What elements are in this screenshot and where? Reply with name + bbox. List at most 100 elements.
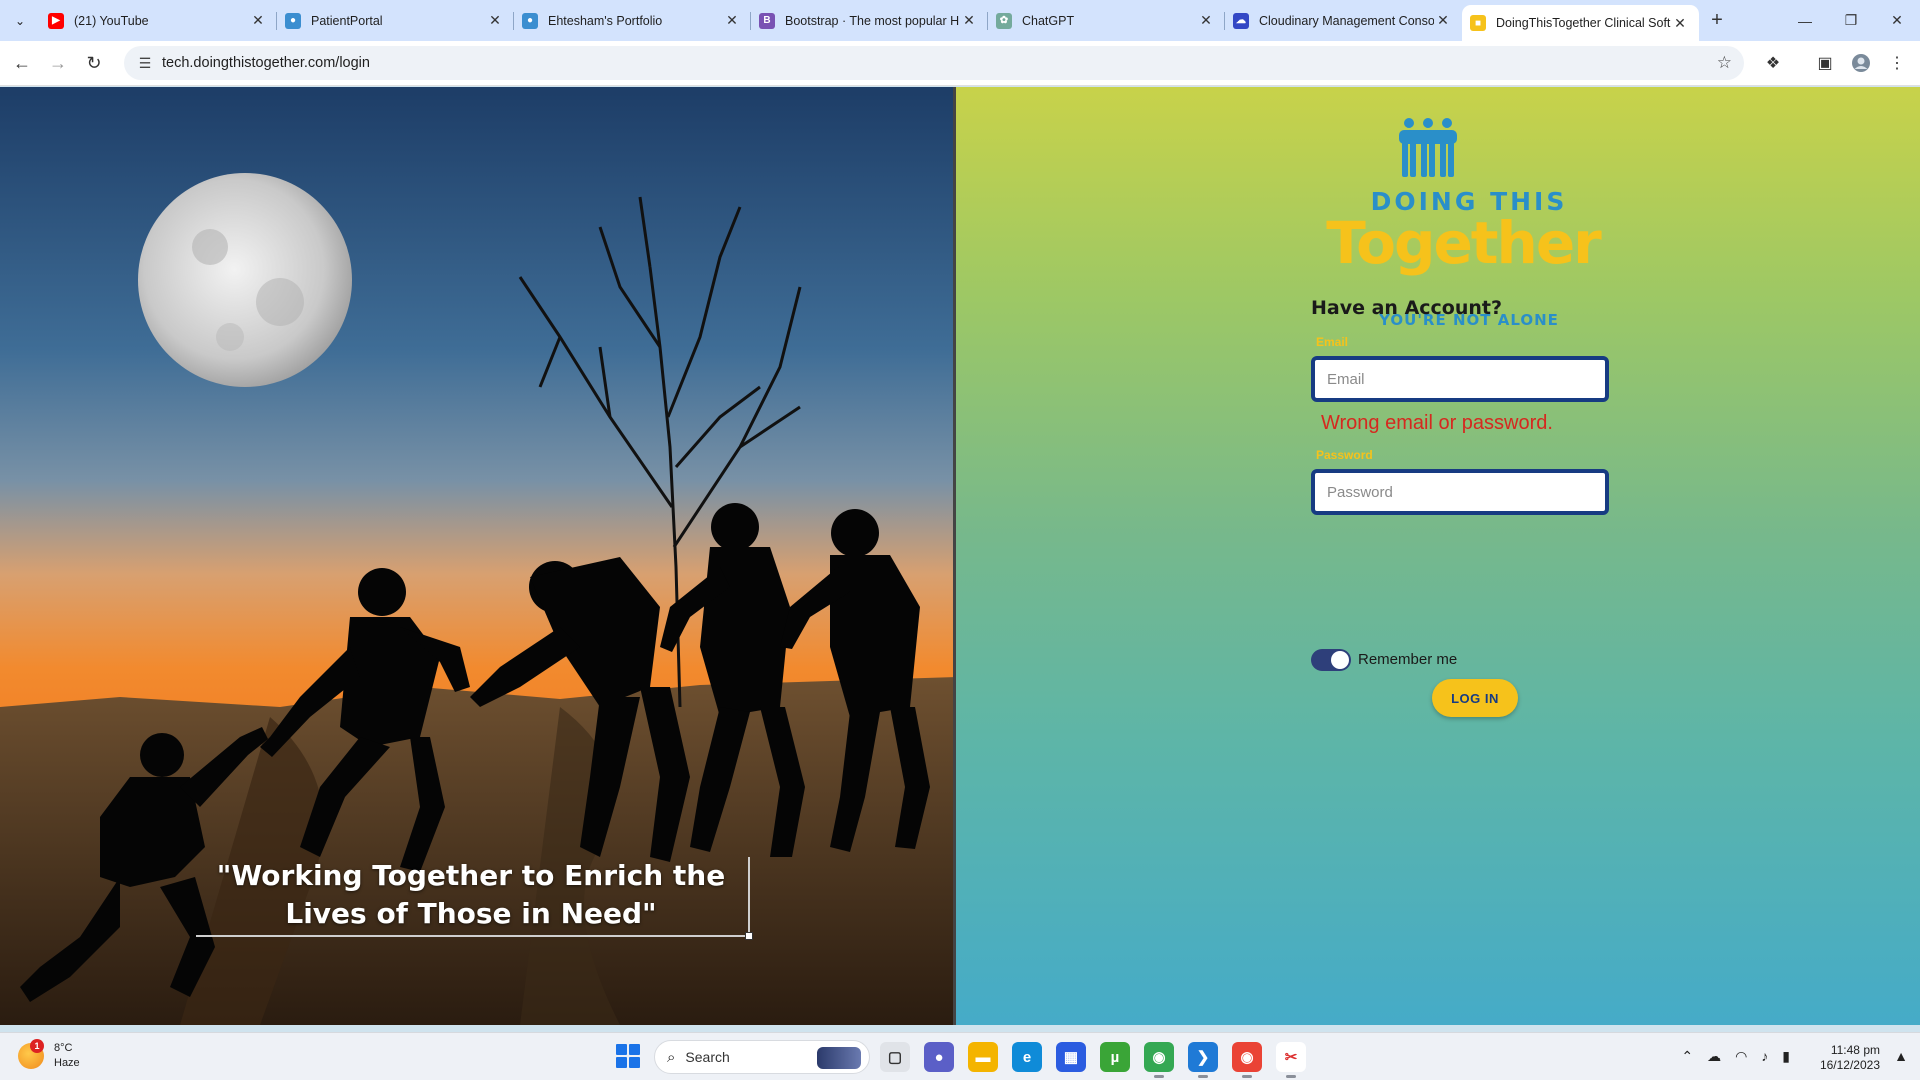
snipping-tool-icon[interactable]: ✂ (1276, 1042, 1306, 1078)
login-panel: DOING THIS Together YOU'RE NOT ALONE Hav… (956, 87, 1920, 1025)
volume-icon[interactable]: ♪ (1761, 1048, 1768, 1065)
menu-kebab-icon[interactable]: ⋮ (1884, 50, 1910, 76)
extensions-icon[interactable]: ❖ (1760, 50, 1786, 76)
side-panel-icon[interactable]: ▣ (1812, 50, 1838, 76)
notification-bell-icon[interactable]: ▲ (1894, 1048, 1908, 1064)
tab-chatgpt[interactable]: ✿ ChatGPT ✕ (988, 0, 1225, 41)
forward-button[interactable]: → (44, 49, 72, 77)
plus-icon: + (1711, 9, 1723, 31)
close-window-button[interactable]: ✕ (1874, 0, 1920, 41)
weather-temp: 8°C (54, 1042, 73, 1054)
start-button[interactable] (616, 1044, 640, 1068)
site-info-icon[interactable]: ☰ (130, 55, 160, 72)
resize-handle[interactable] (745, 932, 753, 940)
utorrent-icon[interactable]: µ (1100, 1042, 1130, 1072)
windows-logo-icon (616, 1057, 627, 1068)
password-field[interactable] (1311, 469, 1609, 515)
onedrive-icon[interactable]: ☁ (1707, 1048, 1721, 1065)
form-title: Have an Account? (1311, 297, 1503, 319)
search-label: Search (685, 1049, 730, 1065)
tab-title: (21) YouTube (74, 13, 149, 28)
weather-icon: 1 (18, 1039, 44, 1069)
youtube-icon: ▶ (48, 12, 64, 29)
logo-text-main: Together (1326, 209, 1602, 277)
close-icon[interactable]: ✕ (1434, 12, 1452, 29)
tab-title: PatientPortal (311, 13, 383, 28)
task-view-icon[interactable]: ▢ (880, 1042, 910, 1072)
tab-bootstrap[interactable]: B Bootstrap · The most popular H ✕ (751, 0, 988, 41)
people-icon (1399, 118, 1457, 177)
chevron-up-icon[interactable]: ⌃ (1681, 1048, 1693, 1065)
new-tab-button[interactable]: + (1699, 0, 1735, 41)
close-icon[interactable]: ✕ (249, 12, 267, 29)
hero-quote: "Working Together to Enrich the Lives of… (216, 859, 726, 930)
windows-logo-icon (629, 1057, 640, 1068)
bookmark-star-icon[interactable]: ☆ (1717, 53, 1732, 73)
chrome-icon[interactable]: ◉ (1144, 1042, 1174, 1078)
globe-icon: ● (285, 12, 301, 29)
tab-youtube[interactable]: ▶ (21) YouTube ✕ (40, 0, 277, 41)
tab-cloudinary[interactable]: ☁ Cloudinary Management Conso ✕ (1225, 0, 1462, 41)
dtt-icon: ■ (1470, 15, 1486, 31)
minimize-button[interactable]: — (1782, 0, 1828, 41)
edge-icon[interactable]: e (1012, 1042, 1042, 1072)
tab-title: ChatGPT (1022, 13, 1075, 28)
chevron-down-icon: ⌄ (14, 14, 26, 28)
globe-icon: ● (522, 12, 538, 29)
taskbar-search[interactable]: ⌕ Search (654, 1040, 870, 1074)
microsoft-store-icon[interactable]: ▦ (1056, 1042, 1086, 1072)
system-tray: ⌃ ☁ ◠ ♪ ▮ (1681, 1048, 1790, 1065)
windows-logo-icon (629, 1044, 640, 1055)
arrow-left-icon: ← (13, 52, 31, 73)
close-icon[interactable]: ✕ (723, 12, 741, 29)
restore-icon: ❐ (1844, 12, 1858, 28)
search-icon: ⌕ (667, 1048, 676, 1066)
hero-image: "Working Together to Enrich the Lives of… (0, 87, 956, 1025)
address-bar[interactable]: ☰ tech.doingthistogether.com/login ☆ (124, 46, 1744, 80)
tab-search-button[interactable]: ⌄ (8, 9, 32, 33)
arrow-right-icon: → (49, 52, 67, 73)
battery-icon[interactable]: ▮ (1782, 1048, 1790, 1065)
reload-icon: ↻ (86, 52, 102, 73)
page-content: "Working Together to Enrich the Lives of… (0, 87, 1920, 1025)
search-highlight-image (817, 1047, 861, 1069)
wifi-icon[interactable]: ◠ (1735, 1048, 1747, 1065)
password-label: Password (1316, 448, 1373, 462)
weather-widget[interactable]: 1 8°C Haze (18, 1039, 80, 1071)
profile-avatar-icon[interactable] (1848, 50, 1874, 76)
close-icon[interactable]: ✕ (1671, 15, 1689, 32)
tab-title: Cloudinary Management Conso (1259, 13, 1434, 28)
tab-title: DoingThisTogether Clinical Soft (1496, 16, 1671, 30)
reload-button[interactable]: ↻ (80, 49, 108, 77)
chrome-profile-icon[interactable]: ◉ (1232, 1042, 1262, 1078)
close-icon[interactable]: ✕ (1197, 12, 1215, 29)
clock-time: 11:48 pm (1830, 1043, 1880, 1057)
file-explorer-icon[interactable]: ▬ (968, 1042, 998, 1072)
restore-button[interactable]: ❐ (1828, 0, 1874, 41)
url-text: tech.doingthistogether.com/login (162, 55, 370, 71)
remember-me-label: Remember me (1358, 651, 1458, 668)
remember-me-toggle[interactable] (1311, 649, 1351, 671)
vscode-icon[interactable]: ❯ (1188, 1042, 1218, 1078)
back-button[interactable]: ← (8, 49, 36, 77)
login-button[interactable]: LOG IN (1432, 679, 1518, 717)
window-controls: — ❐ ✕ (1782, 0, 1920, 41)
windows-taskbar: 1 8°C Haze ⌕ Search ▢ ● ▬ e ▦ µ ◉ ❯ ◉ ✂ … (0, 1032, 1920, 1080)
tab-portfolio[interactable]: ● Ehtesham's Portfolio ✕ (514, 0, 751, 41)
close-icon[interactable]: ✕ (960, 12, 978, 29)
tab-patientportal[interactable]: ● PatientPortal ✕ (277, 0, 514, 41)
email-field[interactable] (1311, 356, 1609, 402)
weather-desc: Haze (54, 1057, 80, 1069)
minimize-icon: — (1798, 12, 1812, 29)
close-icon[interactable]: ✕ (486, 12, 504, 29)
chatgpt-icon: ✿ (996, 12, 1012, 29)
bootstrap-icon: B (759, 12, 775, 29)
tab-title: Bootstrap · The most popular H (785, 13, 960, 28)
quote-box: "Working Together to Enrich the Lives of… (196, 857, 753, 940)
tab-doingthistogether[interactable]: ■ DoingThisTogether Clinical Soft ✕ (1462, 5, 1699, 41)
clock[interactable]: 11:48 pm 16/12/2023 (1820, 1043, 1880, 1073)
browser-toolbar: ← → ↻ ☰ tech.doingthistogether.com/login… (0, 41, 1920, 86)
brand-logo: DOING THIS Together YOU'RE NOT ALONE (1324, 117, 1614, 329)
teams-chat-icon[interactable]: ● (924, 1042, 954, 1072)
email-label: Email (1316, 335, 1349, 349)
